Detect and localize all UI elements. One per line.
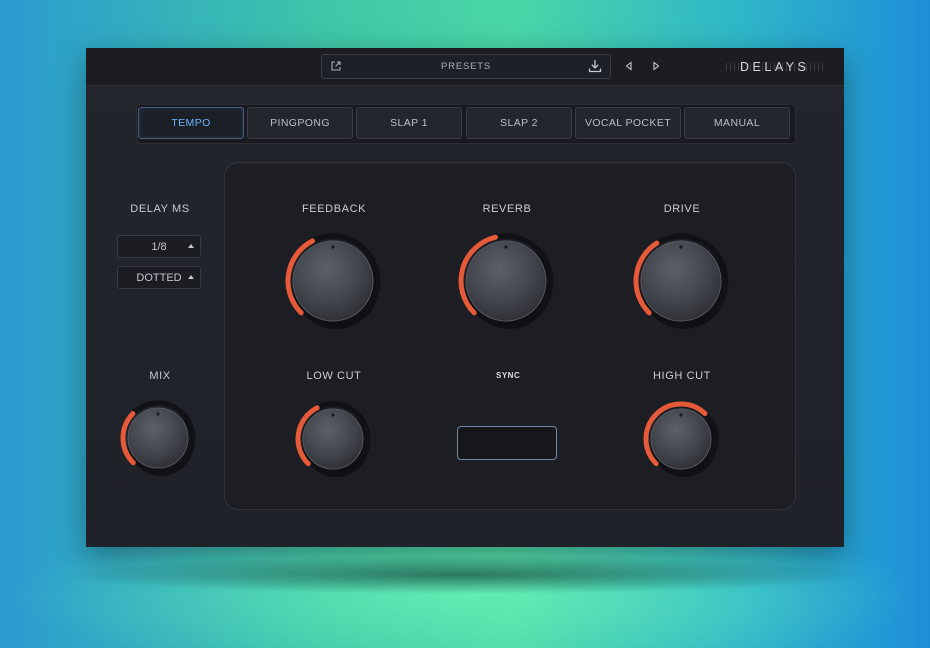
reverb-knob-graphic <box>458 233 554 329</box>
feedback-knob-graphic <box>285 233 381 329</box>
tab-slap-1[interactable]: SLAP 1 <box>356 107 462 139</box>
high-cut-knob-graphic <box>643 401 719 477</box>
mix-label: MIX <box>149 370 171 382</box>
knob-indicator-dot <box>331 245 335 249</box>
delay-type-value: DOTTED <box>136 271 182 284</box>
drive-knob-graphic <box>633 233 729 329</box>
drive-label: DRIVE <box>663 203 701 215</box>
prev-preset-arrow-icon[interactable] <box>624 61 634 71</box>
knob-indicator-dot <box>504 245 508 249</box>
tab-manual[interactable]: MANUAL <box>684 107 790 139</box>
download-icon[interactable] <box>588 59 602 73</box>
delay-division-stepper[interactable]: 1/8 <box>117 235 201 258</box>
caret-up-icon[interactable] <box>188 244 194 248</box>
mix-knob[interactable] <box>120 400 196 476</box>
presets-bar[interactable]: PRESETS <box>321 54 611 79</box>
mix-knob-graphic <box>120 400 196 476</box>
reverb-label: REVERB <box>482 203 532 215</box>
top-bar: PRESETS DELAYS <box>86 48 844 86</box>
feedback-label: FEEDBACK <box>301 203 367 215</box>
tab-slap-2[interactable]: SLAP 2 <box>466 107 572 139</box>
knob-indicator-dot <box>331 413 335 417</box>
knob-body <box>302 408 364 470</box>
knob-indicator-dot <box>156 412 160 416</box>
sync-label: SYNC <box>496 371 521 380</box>
brand-logo: DELAYS <box>740 60 810 74</box>
sync-display[interactable] <box>457 426 557 460</box>
knob-body <box>127 407 189 469</box>
reverb-knob[interactable] <box>458 233 554 329</box>
plugin-window: PRESETS DELAYS TEMPO PINGPONG SLAP 1 SLA… <box>86 48 844 547</box>
presets-label: PRESETS <box>441 61 491 72</box>
tab-tempo[interactable]: TEMPO <box>138 107 244 139</box>
feedback-knob[interactable] <box>285 233 381 329</box>
caret-up-icon[interactable] <box>188 275 194 279</box>
knob-body <box>650 408 712 470</box>
knob-indicator-dot <box>679 245 683 249</box>
high-cut-label: HIGH CUT <box>653 370 711 382</box>
delay-division-value: 1/8 <box>151 240 167 253</box>
delay-mode-tabs: TEMPO PINGPONG SLAP 1 SLAP 2 VOCAL POCKE… <box>136 104 796 144</box>
floor-shadow <box>60 556 870 594</box>
low-cut-knob[interactable] <box>295 401 371 477</box>
knob-body <box>465 240 547 322</box>
delay-ms-label: DELAY MS <box>130 203 190 215</box>
next-preset-arrow-icon[interactable] <box>651 61 661 71</box>
delay-type-stepper[interactable]: DOTTED <box>117 266 201 289</box>
knob-body <box>292 240 374 322</box>
tab-pingpong[interactable]: PINGPONG <box>247 107 353 139</box>
low-cut-knob-graphic <box>295 401 371 477</box>
knob-indicator-dot <box>679 413 683 417</box>
low-cut-label: LOW CUT <box>306 370 362 382</box>
drive-knob[interactable] <box>633 233 729 329</box>
tab-vocal-pocket[interactable]: VOCAL POCKET <box>575 107 681 139</box>
high-cut-knob[interactable] <box>643 401 719 477</box>
knob-body <box>640 240 722 322</box>
